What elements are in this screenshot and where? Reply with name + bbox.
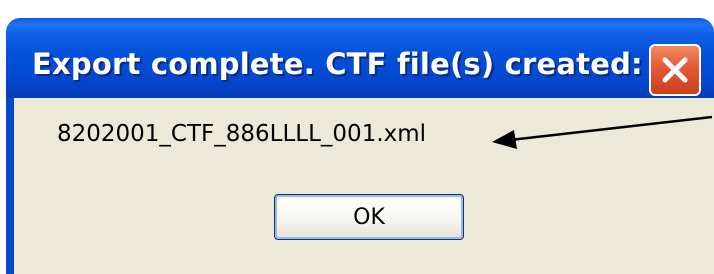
created-file-name: 8202001_CTF_886LLLL_001.xml [57, 121, 427, 147]
close-button[interactable] [649, 44, 701, 96]
export-complete-dialog: Export complete. CTF file(s) created: 82… [0, 0, 714, 274]
title-bar[interactable]: Export complete. CTF file(s) created: [6, 18, 714, 98]
dialog-title: Export complete. CTF file(s) created: [32, 47, 643, 81]
arrow-icon [492, 115, 713, 149]
close-icon [662, 57, 688, 83]
ok-button[interactable]: OK [274, 194, 464, 240]
